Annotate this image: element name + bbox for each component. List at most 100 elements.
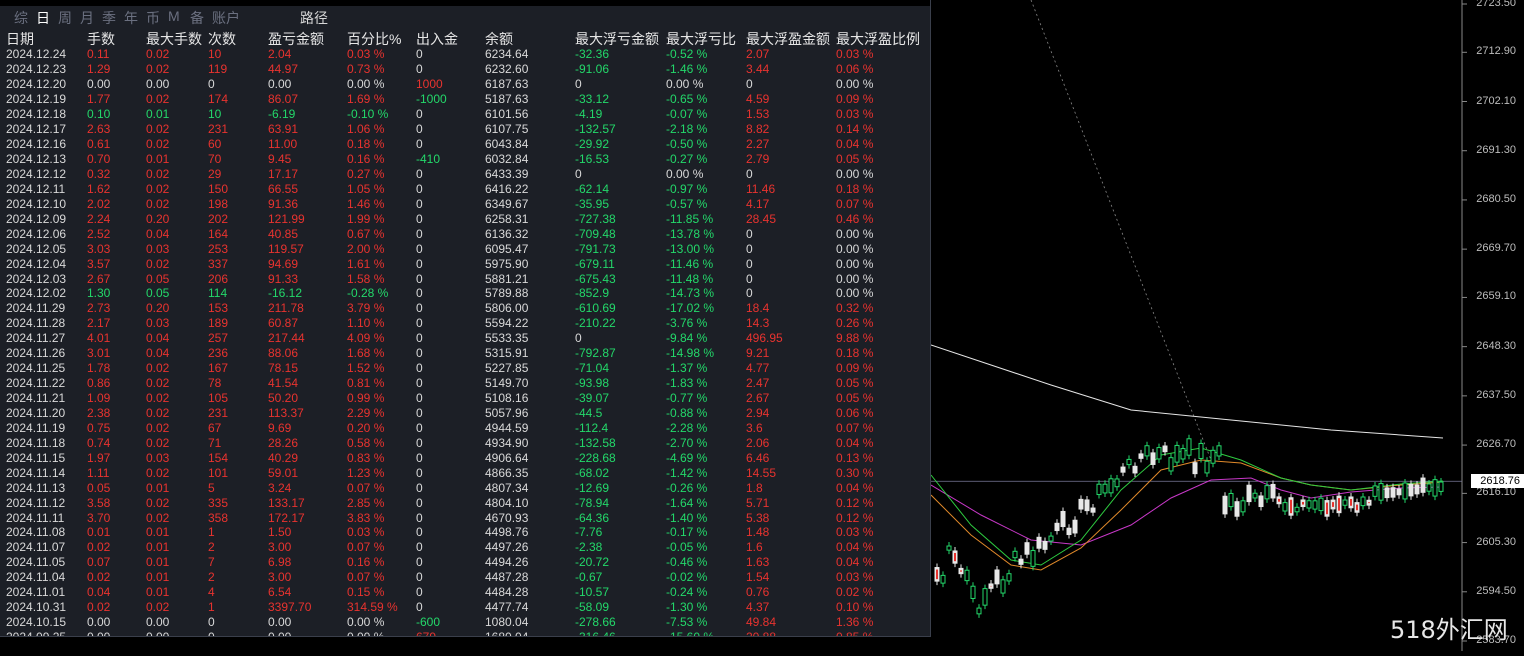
table-row[interactable]: 2024.12.130.700.01709.450.16 %-4106032.8…: [0, 152, 930, 167]
table-cell: 0.00: [262, 77, 341, 92]
price-chart[interactable]: 2723.502712.902702.102691.302680.502669.…: [931, 0, 1524, 651]
table-cell: 1.23 %: [341, 465, 410, 480]
table-row[interactable]: 2024.09.250.000.0000.000.00 %6791680.04-…: [0, 630, 930, 637]
table-row[interactable]: 2024.11.251.780.0216778.151.52 %05227.85…: [0, 361, 930, 376]
table-row[interactable]: 2024.11.211.090.0210550.200.99 %05108.16…: [0, 391, 930, 406]
tab-9[interactable]: 账户: [212, 8, 240, 28]
table-row[interactable]: 2024.12.102.020.0219891.361.46 %06349.67…: [0, 196, 930, 211]
candle-body: [1217, 446, 1221, 456]
price-tick-label: 2702.10: [1476, 95, 1516, 107]
candle-body: [1265, 486, 1269, 499]
table-cell: 0.03 %: [830, 47, 930, 62]
column-header[interactable]: 最大浮盈金额: [740, 31, 830, 47]
route-button[interactable]: 路径: [300, 8, 328, 28]
table-row[interactable]: 2024.11.123.580.02335133.172.85 %04804.1…: [0, 495, 930, 510]
ma-orange-line: [931, 460, 1443, 570]
table-cell: -13.78 %: [660, 226, 740, 241]
table-cell: 2024.12.03: [0, 271, 81, 286]
tab-2[interactable]: 周: [58, 8, 72, 28]
table-cell: 0: [410, 465, 479, 480]
column-header[interactable]: 百分比%: [341, 31, 410, 47]
table-row[interactable]: 2024.11.050.070.0176.980.16 %04494.26-20…: [0, 555, 930, 570]
table-cell: 4498.76: [479, 525, 569, 540]
tab-4[interactable]: 季: [102, 8, 116, 28]
table-row[interactable]: 2024.11.010.040.0146.540.15 %04484.28-10…: [0, 585, 930, 600]
table-row[interactable]: 2024.12.021.300.05114-16.12-0.28 %05789.…: [0, 286, 930, 301]
table-cell: -2.28 %: [660, 420, 740, 435]
table-row[interactable]: 2024.12.172.630.0223163.911.06 %06107.75…: [0, 122, 930, 137]
column-header[interactable]: 余额: [479, 31, 569, 47]
column-header[interactable]: 日期: [0, 31, 81, 47]
tab-8[interactable]: 备: [190, 8, 204, 28]
tab-3[interactable]: 月: [80, 8, 94, 28]
table-cell: 2024.12.09: [0, 211, 81, 226]
table-row[interactable]: 2024.11.040.020.0123.000.07 %04487.28-0.…: [0, 570, 930, 585]
table-cell: -1.46 %: [660, 62, 740, 77]
table-cell: 0.13 %: [830, 450, 930, 465]
table-row[interactable]: 2024.11.292.730.20153211.783.79 %05806.0…: [0, 301, 930, 316]
table-cell: 4934.90: [479, 435, 569, 450]
table-row[interactable]: 2024.11.263.010.0423688.061.68 %05315.91…: [0, 346, 930, 361]
table-row[interactable]: 2024.12.160.610.026011.000.18 %06043.84-…: [0, 137, 930, 152]
column-header[interactable]: 次数: [202, 31, 262, 47]
table-cell: 0.00 %: [660, 167, 740, 182]
table-row[interactable]: 2024.11.141.110.0210159.011.23 %04866.35…: [0, 465, 930, 480]
table-row[interactable]: 2024.10.150.000.0000.000.00 %-6001080.04…: [0, 615, 930, 630]
table-row[interactable]: 2024.12.231.290.0211944.970.73 %06232.60…: [0, 62, 930, 77]
price-tick-label: 2626.70: [1476, 438, 1516, 450]
table-row[interactable]: 2024.12.032.670.0520691.331.58 %05881.21…: [0, 271, 930, 286]
table-row[interactable]: 2024.11.282.170.0318960.871.10 %05594.22…: [0, 316, 930, 331]
column-header[interactable]: 盈亏金额: [262, 31, 341, 47]
table-row[interactable]: 2024.11.190.750.02679.690.20 %04944.59-1…: [0, 420, 930, 435]
table-row[interactable]: 2024.12.180.100.0110-6.19-0.10 %06101.56…: [0, 107, 930, 122]
table-cell: 0.14 %: [830, 122, 930, 137]
table-cell: 0.05: [140, 271, 202, 286]
table-row[interactable]: 2024.11.080.010.0111.500.03 %04498.76-7.…: [0, 525, 930, 540]
candle-body: [1073, 520, 1077, 533]
table-cell: 4.59: [740, 92, 830, 107]
table-cell: -32.36: [569, 47, 660, 62]
table-row[interactable]: 2024.12.191.770.0217486.071.69 %-1000518…: [0, 92, 930, 107]
table-row[interactable]: 2024.12.120.320.022917.170.27 %06433.390…: [0, 167, 930, 182]
tab-7[interactable]: M: [168, 8, 180, 24]
table-row[interactable]: 2024.12.111.620.0215066.551.05 %06416.22…: [0, 181, 930, 196]
table-cell: 6032.84: [479, 152, 569, 167]
table-row[interactable]: 2024.10.310.020.0213397.70314.59 %04477.…: [0, 600, 930, 615]
table-row[interactable]: 2024.12.200.000.0000.000.00 %10006187.63…: [0, 77, 930, 92]
tab-6[interactable]: 币: [146, 8, 160, 28]
candle-body: [1037, 537, 1041, 548]
table-cell: 4866.35: [479, 465, 569, 480]
table-row[interactable]: 2024.12.062.520.0416440.850.67 %06136.32…: [0, 226, 930, 241]
table-cell: 0: [410, 391, 479, 406]
table-row[interactable]: 2024.11.151.970.0315440.290.83 %04906.64…: [0, 450, 930, 465]
table-cell: 211.78: [262, 301, 341, 316]
tab-1[interactable]: 日: [36, 8, 50, 28]
table-row[interactable]: 2024.12.053.030.03253119.572.00 %06095.4…: [0, 241, 930, 256]
table-cell: 0.20 %: [341, 420, 410, 435]
table-row[interactable]: 2024.12.092.240.20202121.991.99 %06258.3…: [0, 211, 930, 226]
table-cell: 5: [202, 480, 262, 495]
candle-body: [1019, 559, 1023, 564]
column-header[interactable]: 最大浮亏比: [660, 31, 740, 47]
table-row[interactable]: 2024.11.180.740.027128.260.58 %04934.90-…: [0, 435, 930, 450]
table-row[interactable]: 2024.12.043.570.0233794.691.61 %05975.90…: [0, 256, 930, 271]
column-header[interactable]: 最大浮亏金额: [569, 31, 660, 47]
table-row[interactable]: 2024.11.113.700.02358172.173.83 %04670.9…: [0, 510, 930, 525]
tab-0[interactable]: 综: [14, 8, 28, 28]
table-row[interactable]: 2024.11.130.050.0153.240.07 %04807.34-12…: [0, 480, 930, 495]
table-row[interactable]: 2024.11.220.860.027841.540.81 %05149.70-…: [0, 376, 930, 391]
chart-canvas[interactable]: [931, 0, 1524, 651]
table-row[interactable]: 2024.11.070.020.0123.000.07 %04497.26-2.…: [0, 540, 930, 555]
table-row[interactable]: 2024.11.274.010.04257217.444.09 %05533.3…: [0, 331, 930, 346]
table-cell: 6.54: [262, 585, 341, 600]
table-cell: 2024.11.14: [0, 465, 81, 480]
table-row[interactable]: 2024.11.202.380.02231113.372.29 %05057.9…: [0, 406, 930, 421]
tab-5[interactable]: 年: [124, 8, 138, 28]
column-header[interactable]: 手数: [81, 31, 140, 47]
column-header[interactable]: 最大浮盈比例: [830, 31, 930, 47]
table-cell: 0.02: [140, 406, 202, 421]
column-header[interactable]: 出入金: [410, 31, 479, 47]
table-cell: 0: [410, 435, 479, 450]
column-header[interactable]: 最大手数: [140, 31, 202, 47]
table-row[interactable]: 2024.12.240.110.02102.040.03 %06234.64-3…: [0, 47, 930, 62]
